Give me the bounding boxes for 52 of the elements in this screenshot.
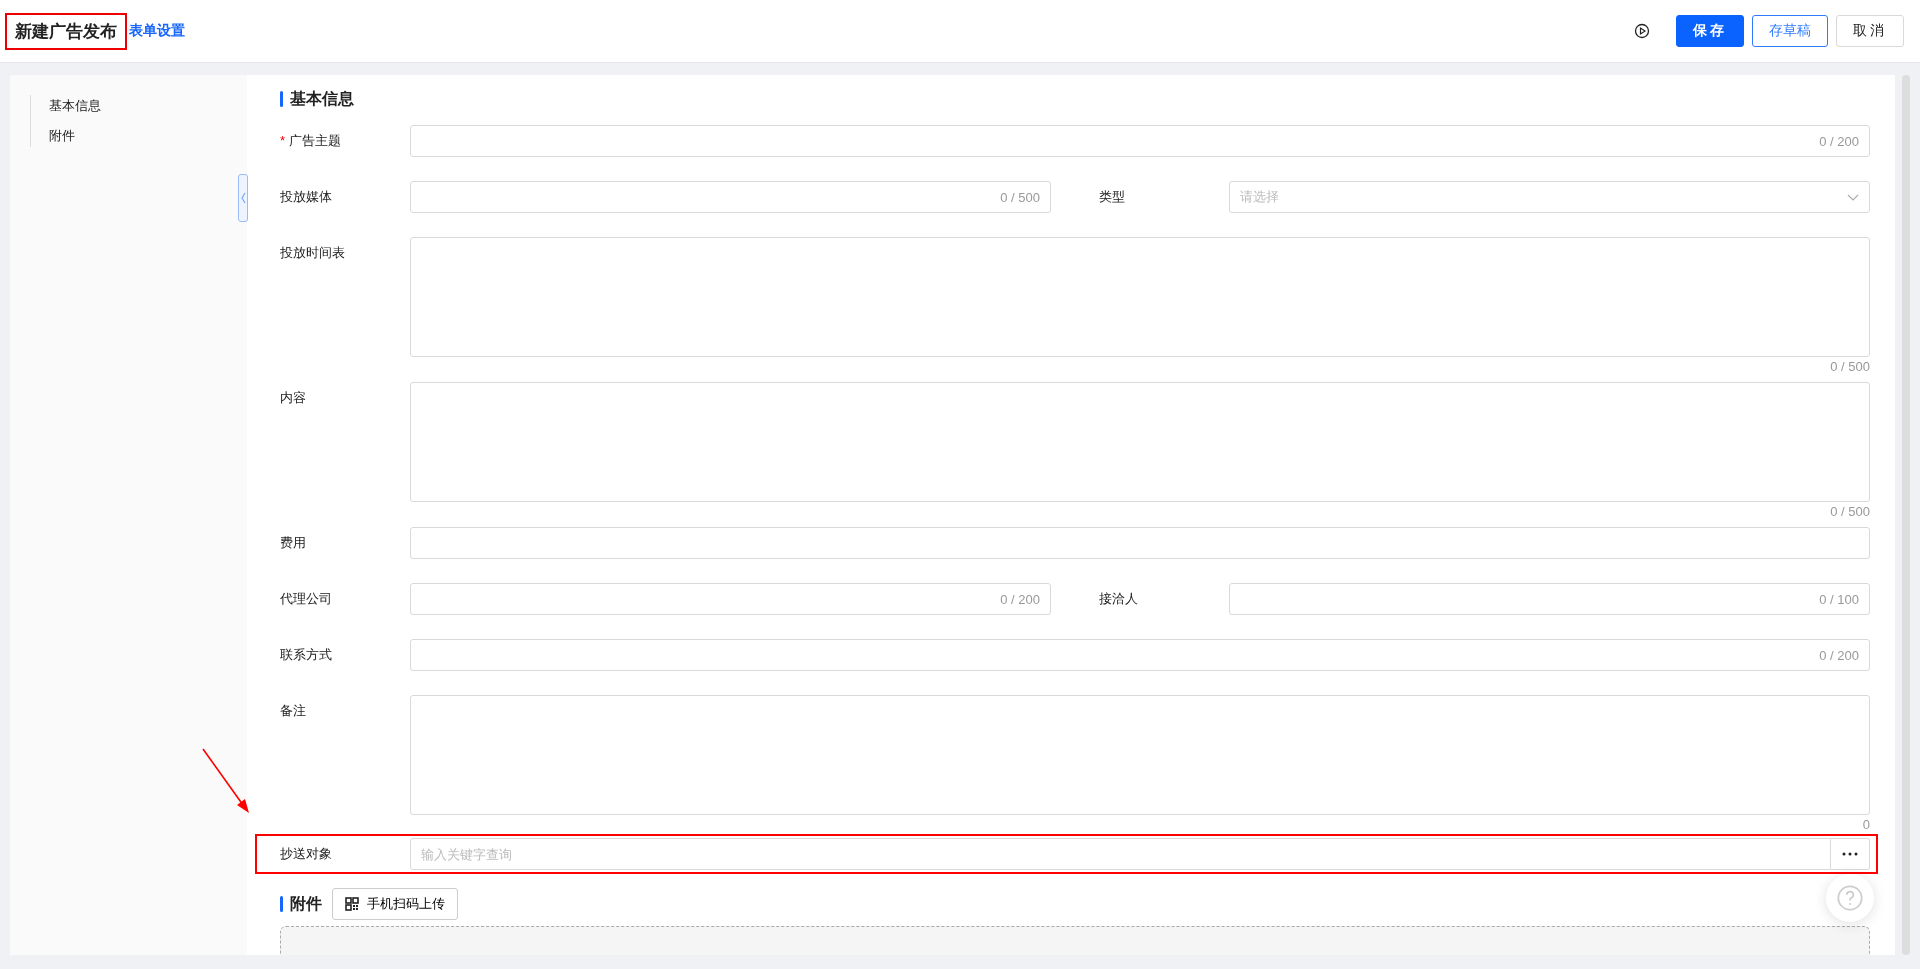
text-field[interactable]: 0 / 500 [410, 181, 1051, 213]
char-counter: 0 / 200 [1819, 133, 1859, 149]
field-label: 类型 [1099, 189, 1125, 204]
header-button[interactable]: 取消 [1836, 15, 1904, 47]
char-counter: 0 / 500 [1830, 503, 1870, 521]
field-label: 内容 [280, 390, 306, 405]
text-field[interactable]: 0 / 200 [410, 125, 1870, 157]
required-mark: * [280, 133, 286, 148]
more-icon [1842, 852, 1858, 856]
text-area[interactable] [410, 237, 1870, 357]
header-button[interactable]: 存草稿 [1752, 15, 1828, 47]
field-label: 接洽人 [1099, 591, 1138, 606]
sidebar-item[interactable]: 附件 [49, 125, 247, 147]
collapse-handle[interactable] [238, 174, 248, 222]
char-counter: 0 / 100 [1819, 591, 1859, 607]
section-marker [280, 896, 283, 912]
qr-code-icon [345, 897, 359, 911]
search-field[interactable]: 输入关键字查询 [410, 838, 1831, 870]
char-counter: 0 / 500 [1830, 358, 1870, 376]
text-field[interactable]: 0 / 200 [410, 583, 1051, 615]
char-counter: 0 [1862, 816, 1870, 834]
sidebar-item[interactable]: 基本信息 [49, 95, 247, 117]
field-label: 费用 [280, 535, 306, 550]
section-marker [280, 91, 283, 107]
field-label: 备注 [280, 703, 306, 718]
more-button[interactable] [1831, 838, 1870, 870]
char-counter: 0 / 500 [1000, 189, 1040, 205]
field-label: 投放媒体 [280, 189, 332, 204]
char-counter: 0 / 200 [1000, 591, 1040, 607]
field-label: 投放时间表 [280, 245, 345, 260]
scan-upload-button[interactable]: 手机扫码上传 [332, 888, 458, 920]
chevron-down-icon [1847, 193, 1859, 201]
section-title: 基本信息 [290, 88, 354, 109]
field-label: 抄送对象 [280, 846, 332, 861]
field-label: 联系方式 [280, 647, 332, 662]
placeholder-text: 请选择 [1240, 188, 1279, 206]
field-label: 广告主题 [289, 133, 342, 148]
text-area[interactable] [410, 695, 1870, 815]
text-field[interactable]: 0 / 100 [1229, 583, 1870, 615]
help-icon [1836, 884, 1864, 912]
char-counter: 0 / 200 [1819, 647, 1859, 663]
text-area[interactable] [410, 382, 1870, 502]
text-field[interactable]: 0 / 200 [410, 639, 1870, 671]
field-label: 代理公司 [280, 591, 332, 606]
text-field[interactable] [410, 527, 1870, 559]
page-title: 新建广告发布 [5, 12, 127, 50]
header-button[interactable]: 保存 [1676, 15, 1744, 47]
form-settings-link[interactable]: 表单设置 [129, 22, 185, 40]
chevron-left-icon [240, 192, 246, 204]
play-icon [1634, 23, 1650, 39]
annotation-arrow [202, 748, 249, 813]
section-title: 附件 [290, 893, 322, 914]
